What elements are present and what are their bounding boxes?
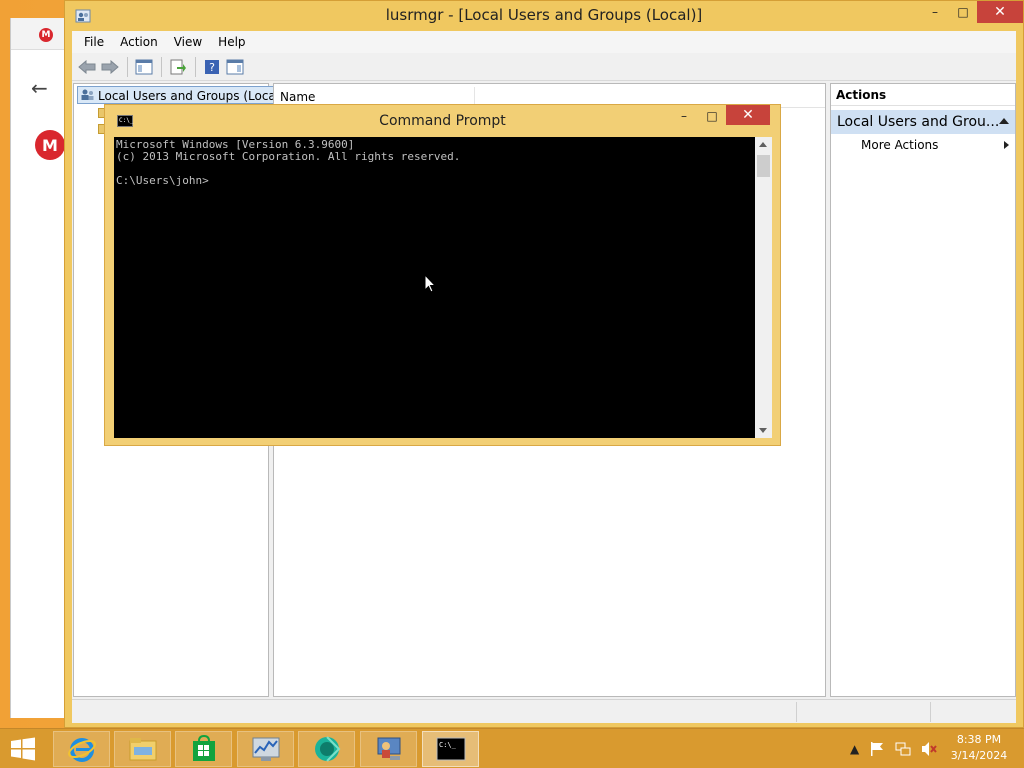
close-button[interactable]: ✕ [977,1,1023,23]
svg-text:C:\_: C:\_ [439,741,457,749]
app-icon [314,736,340,762]
store-icon [192,735,215,761]
actions-group-local-users-groups[interactable]: Local Users and Grou... [831,110,1015,134]
menu-view[interactable]: View [166,35,210,49]
export-list-icon [170,59,186,74]
command-prompt-icon: C:\_ [436,737,465,761]
taskbar-performance-monitor[interactable] [237,731,294,767]
windows-start-icon[interactable] [10,737,36,761]
command-prompt-window[interactable]: C:\_ Command Prompt – □ ✕ Microsoft Wind… [104,104,781,446]
back-arrow-icon[interactable]: ← [31,76,48,100]
window-title: lusrmgr - [Local Users and Groups (Local… [385,6,703,24]
minimize-button[interactable]: – [921,1,949,23]
toolbar: ? [72,53,1016,81]
svg-text:?: ? [209,61,215,74]
taskbar-app[interactable] [298,731,355,767]
mouse-pointer-icon [424,274,436,293]
back-button[interactable] [76,56,98,78]
back-arrow-icon [78,59,96,74]
export-list-button[interactable] [167,56,189,78]
internet-explorer-icon [67,738,96,762]
action-center-flag-icon[interactable] [869,741,885,757]
show-hidden-icons-arrow-icon[interactable]: ▲ [850,742,859,756]
status-divider [796,702,797,722]
console-text: Microsoft Windows [Version 6.3.9600] (c)… [116,138,461,187]
volume-muted-icon[interactable] [921,741,938,757]
taskbar-file-explorer[interactable] [114,731,171,767]
actions-pane: Actions Local Users and Grou... More Act… [830,83,1016,697]
status-divider [930,702,931,722]
taskbar-internet-explorer[interactable] [53,731,110,767]
taskbar-store[interactable] [175,731,232,767]
computer-management-icon [377,737,400,760]
actions-header: Actions [831,84,1015,106]
vertical-scrollbar[interactable] [755,137,772,438]
taskbar-command-prompt[interactable]: C:\_ [422,731,479,767]
network-icon[interactable] [895,741,911,757]
tree-item-label: Local Users and Groups (Local) [98,89,284,103]
close-button[interactable]: ✕ [726,105,770,125]
show-hide-action-pane-button[interactable] [224,56,246,78]
menu-action[interactable]: Action [112,35,166,49]
file-explorer-icon [129,738,156,761]
scrollbar-thumb[interactable] [757,155,770,177]
menu-bar: File Action View Help [72,31,1016,53]
scroll-down-arrow-icon[interactable] [759,428,767,433]
taskbar-clock[interactable]: 8:38 PM 3/14/2024 [944,732,1014,764]
maximize-button[interactable]: □ [949,1,977,23]
more-actions-label: More Actions [861,138,939,152]
column-divider[interactable] [474,87,475,105]
toolbar-separator [127,56,128,77]
mega-tab-icon[interactable]: M [39,28,53,42]
collapse-arrow-icon[interactable] [999,118,1009,124]
forward-arrow-icon [101,59,119,74]
toolbar-separator [161,56,162,77]
toolbar-separator [195,56,196,77]
clock-time: 8:38 PM [956,733,1002,746]
menu-help[interactable]: Help [210,35,253,49]
menu-file[interactable]: File [76,35,112,49]
column-header-label: Name [280,90,316,104]
users-groups-icon [81,89,94,100]
help-button[interactable]: ? [201,56,223,78]
console-tree-icon [135,59,153,74]
maximize-button[interactable]: □ [698,105,726,127]
more-actions-item[interactable]: More Actions [861,138,1009,152]
performance-monitor-icon [252,737,279,761]
mega-logo-icon: M [35,130,65,160]
tree-item-local-users-groups[interactable]: Local Users and Groups (Local) [77,86,289,104]
clock-date: 3/14/2024 [950,749,1008,762]
scroll-up-arrow-icon[interactable] [759,142,767,147]
forward-button[interactable] [99,56,121,78]
taskbar-computer-management[interactable] [360,731,417,767]
taskbar: C:\_ ▲ 8:38 PM 3/14/2024 [0,728,1024,768]
show-hide-console-tree-button[interactable] [133,56,155,78]
status-bar [72,699,1016,723]
actions-group-label: Local Users and Grou... [837,114,1000,130]
action-pane-icon [226,59,244,74]
lusrmgr-titlebar[interactable]: lusrmgr - [Local Users and Groups (Local… [65,1,1023,31]
minimize-button[interactable]: – [670,105,698,127]
submenu-arrow-icon [1004,141,1009,149]
help-icon: ? [205,59,219,74]
system-tray: ▲ [850,741,938,757]
